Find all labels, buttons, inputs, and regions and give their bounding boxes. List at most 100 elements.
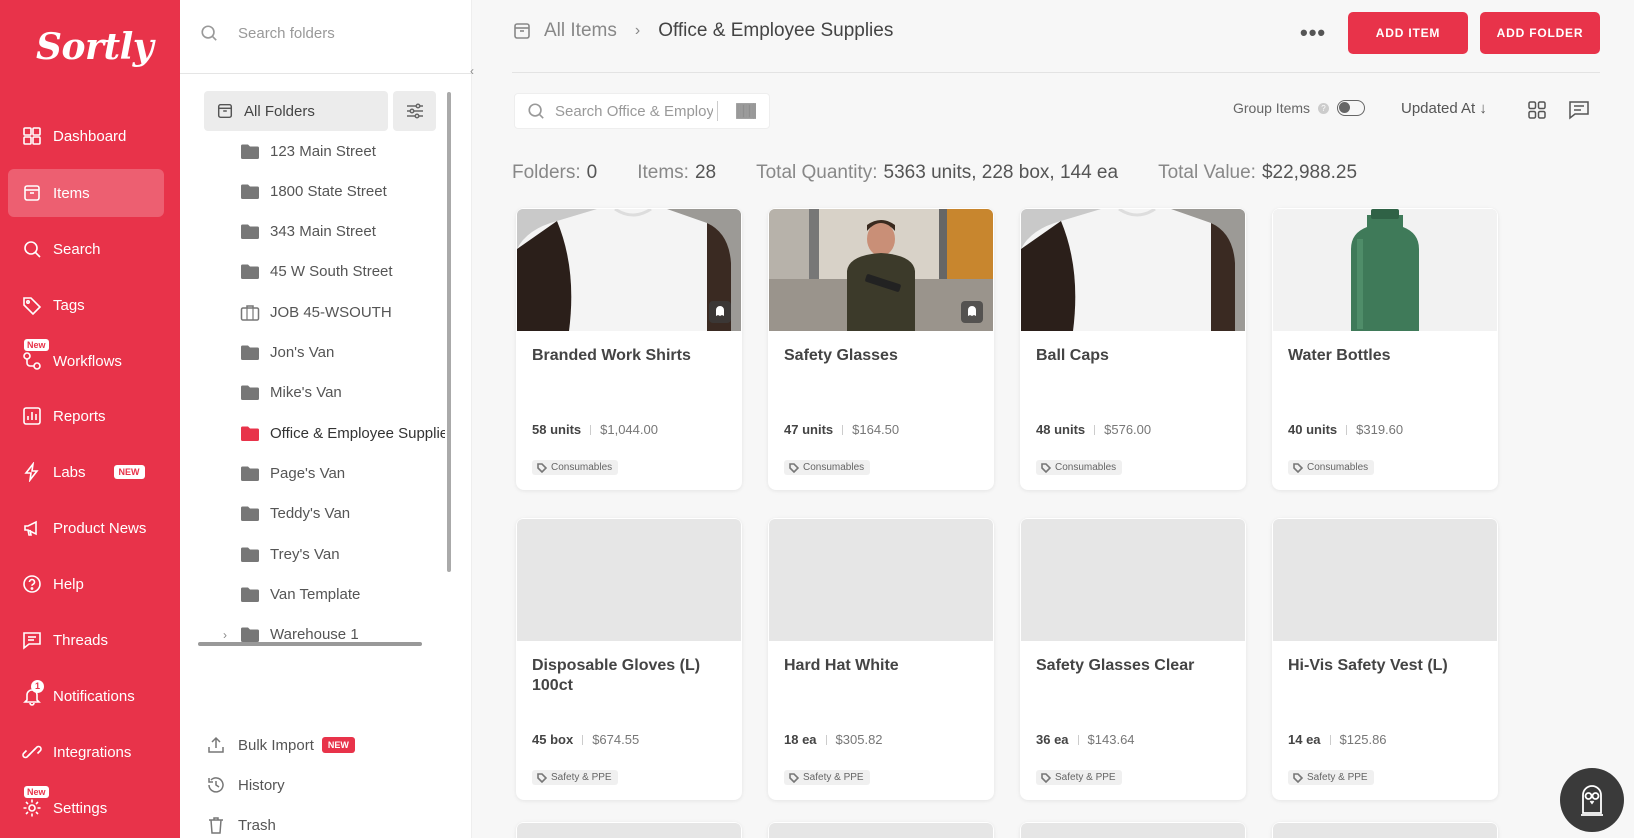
item-tag[interactable]: Consumables — [1288, 460, 1375, 475]
all-folders-button[interactable]: All Folders — [204, 91, 388, 131]
nav-search[interactable]: Search — [8, 225, 164, 273]
help-icon[interactable]: ? — [1318, 102, 1330, 114]
folder-item[interactable]: 1800 State Street — [240, 176, 445, 206]
items-count-label: Items: — [637, 162, 689, 183]
breadcrumb-all-items[interactable]: All Items — [544, 20, 617, 42]
nav-labs[interactable]: Labs NEW — [8, 448, 164, 496]
folder-search-input[interactable]: Search folders — [200, 18, 460, 48]
folder-tree-horizontal-scrollbar[interactable] — [198, 642, 422, 646]
trash-link[interactable]: Trash — [206, 812, 276, 838]
folder-icon — [241, 547, 259, 562]
item-tag[interactable]: Safety & PPE — [532, 770, 618, 785]
add-item-button[interactable]: ADD ITEM — [1348, 12, 1468, 54]
folder-item[interactable]: JOB 45-WSOUTH — [240, 297, 445, 327]
folder-filter-button[interactable] — [393, 91, 436, 131]
item-card[interactable] — [1272, 822, 1498, 838]
grid-view-icon[interactable] — [1528, 101, 1546, 119]
folder-item[interactable]: Mike's Van — [240, 378, 445, 408]
item-image — [769, 823, 993, 838]
item-tag-label: Safety & PPE — [551, 772, 612, 783]
item-tag[interactable]: Safety & PPE — [784, 770, 870, 785]
nav-threads[interactable]: Threads — [8, 616, 164, 664]
folder-item[interactable]: 343 Main Street — [240, 217, 445, 247]
item-tag[interactable]: Safety & PPE — [1036, 770, 1122, 785]
nav-labs-label: Labs — [53, 463, 86, 481]
nav-reports[interactable]: Reports — [8, 392, 164, 440]
item-card[interactable] — [1020, 822, 1246, 838]
nav-settings[interactable]: New Settings — [8, 784, 164, 832]
item-card[interactable]: Safety Glasses 47 units $164.50 Consumables — [768, 208, 994, 490]
item-card[interactable]: Hard Hat White 18 ea $305.82 Safety & PPE — [768, 518, 994, 800]
folder-item[interactable]: 45 W South Street — [240, 257, 445, 287]
item-card[interactable] — [516, 822, 742, 838]
expand-chevron-icon[interactable]: › — [223, 628, 227, 642]
folder-item[interactable]: Trey's Van — [240, 539, 445, 569]
item-name: Safety Glasses Clear — [1036, 657, 1195, 674]
folder-icon — [241, 144, 259, 159]
item-card[interactable]: Water Bottles 40 units $319.60 Consumables — [1272, 208, 1498, 490]
collapse-panel-button[interactable]: ‹ — [464, 64, 480, 80]
total-value-value: $22,988.25 — [1261, 162, 1358, 183]
nav-tags[interactable]: Tags — [8, 281, 164, 329]
tag-icon — [1293, 772, 1303, 783]
folder-tree-vertical-scrollbar[interactable] — [447, 92, 451, 572]
items-search-input[interactable]: Search Office & Employee Supplies — [514, 93, 770, 129]
item-name: Disposable Gloves (L) 100ct — [532, 657, 701, 694]
item-card[interactable]: Safety Glasses Clear 36 ea $143.64 Safety &… — [1020, 518, 1246, 800]
folder-item-label: Jon's Van — [270, 344, 335, 361]
barcode-scan-icon[interactable] — [736, 103, 756, 119]
add-folder-button[interactable]: ADD FOLDER — [1480, 12, 1600, 54]
nav-help[interactable]: Help — [8, 560, 164, 608]
sort-dropdown[interactable]: Updated At ↓ — [1401, 100, 1487, 117]
nav-dashboard[interactable]: Dashboard — [8, 112, 164, 160]
folder-item-label: 343 Main Street — [270, 223, 376, 241]
megaphone-icon — [22, 518, 42, 538]
group-items-label: Group Items — [1233, 100, 1311, 116]
item-value: $125.86 — [1339, 732, 1387, 747]
more-options-button[interactable]: ••• — [1300, 20, 1326, 46]
item-card[interactable]: Ball Caps 48 units $576.00 Consumables — [1020, 208, 1246, 490]
item-card[interactable]: Disposable Gloves (L) 100ct 45 box $674.55… — [516, 518, 742, 800]
trash-icon — [209, 817, 223, 834]
nav-workflows[interactable]: New Workflows — [8, 337, 164, 385]
nav-tags-label: Tags — [53, 296, 85, 314]
item-tag[interactable]: Safety & PPE — [1288, 770, 1374, 785]
folder-item[interactable]: Office & Employee Supplies — [240, 418, 445, 448]
gear-icon: New — [22, 786, 49, 818]
item-quantity-row: 47 units $164.50 — [784, 422, 899, 437]
item-value: $576.00 — [1104, 422, 1152, 437]
folder-item[interactable]: Jon's Van — [240, 338, 445, 368]
folder-item[interactable]: 123 Main Street — [240, 136, 445, 166]
item-card[interactable]: Branded Work Shirts 58 units $1,044.00 Cons… — [516, 208, 742, 490]
nav-notifications[interactable]: 1 Notifications — [8, 672, 164, 720]
search-icon — [22, 239, 42, 259]
history-link[interactable]: History — [206, 772, 285, 798]
item-card[interactable]: Hi-Vis Safety Vest (L) 14 ea $125.86 Safety… — [1272, 518, 1498, 800]
folder-icon — [241, 506, 259, 522]
nav-product-news[interactable]: Product News — [8, 504, 164, 552]
folder-item[interactable]: Van Template — [240, 579, 445, 609]
folder-item-label: 1800 State Street — [270, 182, 387, 200]
item-image — [769, 209, 993, 331]
group-items-toggle[interactable] — [1337, 100, 1366, 116]
folder-item[interactable]: Teddy's Van — [240, 499, 445, 529]
item-quantity-row: 36 ea $143.64 — [1036, 732, 1135, 747]
item-value: $674.55 — [592, 732, 640, 747]
item-card[interactable] — [768, 822, 994, 838]
nav-items[interactable]: Items — [8, 169, 164, 217]
nav-search-label: Search — [53, 240, 101, 258]
help-chat-button[interactable] — [1560, 768, 1624, 832]
item-tag-label: Consumables — [1055, 462, 1117, 473]
item-tag[interactable]: Consumables — [1036, 460, 1123, 475]
sortly-logo[interactable]: Sortly — [36, 26, 154, 68]
bulk-import-link[interactable]: Bulk Import NEW — [206, 732, 355, 758]
folder-item[interactable]: Page's Van — [240, 458, 445, 488]
nav-integrations[interactable]: Integrations — [8, 728, 164, 776]
folder-panel-divider — [180, 73, 472, 74]
comments-icon[interactable] — [1568, 99, 1590, 121]
folders-count: Folders: 0 — [512, 162, 597, 184]
bulk-import-new-badge: NEW — [321, 737, 355, 753]
items-count: Items: 28 — [637, 162, 716, 184]
item-tag[interactable]: Consumables — [532, 460, 619, 475]
item-tag[interactable]: Consumables — [784, 460, 871, 475]
